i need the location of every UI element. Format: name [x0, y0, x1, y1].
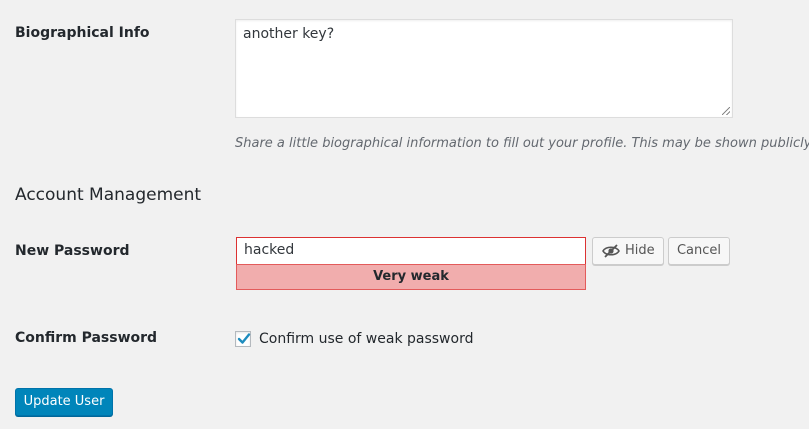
confirm-weak-password-label[interactable]: Confirm use of weak password [259, 331, 473, 347]
cancel-password-button[interactable]: Cancel [668, 237, 730, 265]
checkmark-icon [237, 333, 251, 344]
biographical-info-label: Biographical Info [15, 25, 150, 41]
new-password-value: hacked [244, 242, 295, 258]
new-password-label: New Password [15, 243, 130, 259]
hide-password-button[interactable]: Hide [592, 237, 664, 265]
eye-slash-icon [602, 244, 620, 258]
confirm-weak-password-checkbox[interactable] [235, 331, 251, 347]
resize-handle-icon[interactable] [722, 107, 730, 115]
new-password-input[interactable]: hacked [236, 237, 586, 265]
cancel-password-label: Cancel [676, 243, 722, 258]
confirm-password-label: Confirm Password [15, 330, 158, 346]
account-management-heading: Account Management [15, 185, 202, 205]
biographical-info-textarea[interactable]: another key? [235, 19, 733, 118]
biographical-info-value: another key? [243, 26, 335, 42]
biographical-info-description: Share a little biographical information … [235, 136, 809, 151]
password-strength-indicator: Very weak [236, 264, 586, 290]
update-user-button[interactable]: Update User [15, 388, 113, 416]
hide-password-label: Hide [625, 243, 655, 258]
